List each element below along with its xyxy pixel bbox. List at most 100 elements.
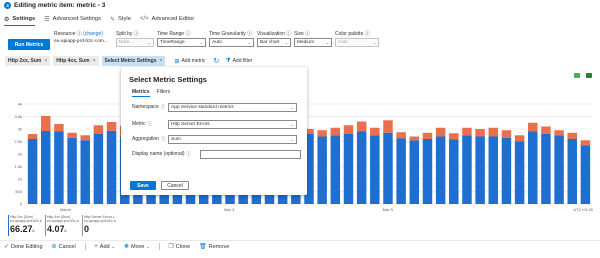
undo-icon[interactable]: ↻ xyxy=(213,57,219,65)
bar-http4xx[interactable] xyxy=(501,130,512,138)
legend-item-server-errors[interactable]: Http Server Errors (... eu-apiapp-prd-b2… xyxy=(82,215,116,236)
bar-http4xx[interactable] xyxy=(409,136,420,141)
bar-http4xx[interactable] xyxy=(488,127,499,137)
bar-http2xx[interactable] xyxy=(106,130,117,204)
close-icon[interactable]: × xyxy=(160,58,163,64)
bar-http2xx[interactable] xyxy=(80,140,90,204)
bar-http4xx[interactable] xyxy=(422,132,433,139)
size-select[interactable]: Medium ⌄ xyxy=(294,38,332,47)
bar-http4xx[interactable] xyxy=(383,120,393,133)
bar-http4xx[interactable] xyxy=(27,134,38,139)
move-button[interactable]: ✥ Move ⌄ xyxy=(124,243,150,251)
bar-http2xx[interactable] xyxy=(514,141,525,205)
bar-http4xx[interactable] xyxy=(567,132,577,139)
bar-http2xx[interactable] xyxy=(567,139,577,204)
save-button[interactable]: Save xyxy=(130,181,156,190)
pin-icon[interactable] xyxy=(586,73,592,78)
bar-http2xx[interactable] xyxy=(462,135,472,204)
display-name-input[interactable] xyxy=(200,150,301,159)
done-editing-button[interactable]: ✓ Done Editing xyxy=(4,243,43,251)
bar-http4xx[interactable] xyxy=(475,129,485,137)
bar-http4xx[interactable] xyxy=(356,121,367,132)
change-resource-link[interactable]: (change) xyxy=(83,31,103,37)
split-by-select[interactable]: Note... ⌄ xyxy=(116,38,154,47)
add-button[interactable]: + Add ⌄ xyxy=(94,244,115,250)
bar-http4xx[interactable] xyxy=(93,125,104,134)
add-filter-button[interactable]: ⧩ Add filter xyxy=(225,58,252,65)
bar-http4xx[interactable] xyxy=(435,127,446,137)
bar-http2xx[interactable] xyxy=(528,131,538,205)
namespace-select[interactable]: App Service standard metrics ⌄ xyxy=(168,103,297,112)
bar-http2xx[interactable] xyxy=(449,139,459,205)
aggregation-row: Aggregation ⓘ Sum ⌄ xyxy=(132,135,297,144)
bar-http2xx[interactable] xyxy=(330,135,341,204)
legend-item-http2xx[interactable]: Http 2xx (Sum) eu-apiapp-prd-b2c-co... 6… xyxy=(8,215,42,236)
bar-http4xx[interactable] xyxy=(580,140,591,146)
bar-http4xx[interactable] xyxy=(514,135,525,142)
bar-http2xx[interactable] xyxy=(501,137,512,204)
bar-http2xx[interactable] xyxy=(67,137,77,204)
y-tick-label: 4k xyxy=(18,102,22,107)
remove-button[interactable]: 🗑 Remove xyxy=(199,243,229,251)
tab-advanced-editor[interactable]: </> Advanced Editor xyxy=(140,13,194,25)
bar-http2xx[interactable] xyxy=(475,136,485,205)
bar-http4xx[interactable] xyxy=(317,130,327,137)
bar-http2xx[interactable] xyxy=(343,134,354,204)
bar-http4xx[interactable] xyxy=(449,133,459,140)
metric-pill-http2xx[interactable]: Http 2xx, Sum × xyxy=(5,56,51,66)
color-palette-select[interactable]: Auto ⌄ xyxy=(335,38,379,47)
bar-http2xx[interactable] xyxy=(554,135,564,204)
time-range-select[interactable]: TimeRange ⌄ xyxy=(157,38,206,47)
bar-http2xx[interactable] xyxy=(41,131,51,204)
excel-icon[interactable] xyxy=(574,73,580,78)
close-icon[interactable]: × xyxy=(44,58,47,64)
bar-http2xx[interactable] xyxy=(317,136,327,205)
bar-http4xx[interactable] xyxy=(41,116,51,131)
style-icon: ✎ xyxy=(110,16,116,23)
bar-http2xx[interactable] xyxy=(396,138,406,205)
clone-button[interactable]: ❐ Clone xyxy=(168,243,190,251)
bar-http4xx[interactable] xyxy=(67,132,77,138)
bar-http2xx[interactable] xyxy=(383,132,393,204)
bar-http4xx[interactable] xyxy=(343,125,354,134)
aggregation-select[interactable]: Sum ⌄ xyxy=(168,135,297,144)
metric-pill-http4xx[interactable]: Http 4xx, Sum × xyxy=(53,56,99,66)
bar-http2xx[interactable] xyxy=(356,131,367,205)
info-icon: ⓘ xyxy=(160,104,166,110)
tab-metrics[interactable]: Metrics xyxy=(132,89,150,97)
run-metrics-button[interactable]: Run Metrics xyxy=(8,39,50,50)
cancel-button[interactable]: Cancel xyxy=(161,181,189,190)
time-granularity-select[interactable]: Auto ⌄ xyxy=(209,38,254,47)
cancel-editing-button[interactable]: ⊘ Cancel xyxy=(52,243,76,251)
bar-http4xx[interactable] xyxy=(54,124,64,132)
tab-settings[interactable]: ⚙ Settings xyxy=(4,13,36,26)
bar-http4xx[interactable] xyxy=(370,127,380,136)
bar-http4xx[interactable] xyxy=(330,127,341,136)
bar-http4xx[interactable] xyxy=(528,122,538,132)
bar-http2xx[interactable] xyxy=(580,145,591,204)
tab-filters[interactable]: Filters xyxy=(157,89,171,97)
bar-http2xx[interactable] xyxy=(409,140,420,204)
close-icon[interactable]: × xyxy=(93,58,96,64)
bar-http4xx[interactable] xyxy=(106,122,117,131)
visualization-select[interactable]: Bar chart ⌄ xyxy=(257,38,291,47)
bar-http2xx[interactable] xyxy=(422,139,433,204)
bar-http2xx[interactable] xyxy=(27,139,38,204)
bar-http4xx[interactable] xyxy=(554,130,564,136)
legend-item-http4xx[interactable]: Http 4xx (Sum) eu-apiapp-prd-b2c-co... 4… xyxy=(45,215,79,236)
bar-http4xx[interactable] xyxy=(80,135,90,141)
bar-http4xx[interactable] xyxy=(396,132,406,139)
bar-http2xx[interactable] xyxy=(435,136,446,205)
add-metric-button[interactable]: ⊞ Add metric xyxy=(174,58,205,65)
tab-advanced-settings[interactable]: ☰ Advanced Settings xyxy=(44,13,101,25)
bar-http2xx[interactable] xyxy=(541,134,551,204)
bar-http2xx[interactable] xyxy=(488,136,499,205)
bar-http4xx[interactable] xyxy=(462,127,472,136)
bar-http2xx[interactable] xyxy=(54,131,64,205)
metric-pill-select-settings[interactable]: Select Metric Settings × xyxy=(101,56,166,66)
tab-style[interactable]: ✎ Style xyxy=(110,13,131,25)
bar-http2xx[interactable] xyxy=(93,134,104,204)
metric-select[interactable]: Http Server Errors ⌄ xyxy=(168,120,297,129)
bar-http2xx[interactable] xyxy=(370,135,380,204)
bar-http4xx[interactable] xyxy=(541,126,551,135)
